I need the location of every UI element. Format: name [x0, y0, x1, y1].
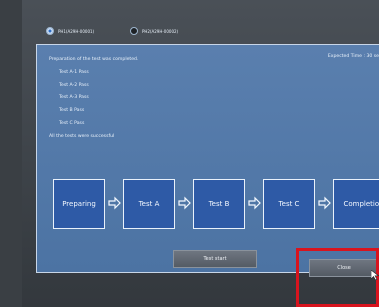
tab-ph1-label: PH1(A29H-00001): [58, 28, 95, 34]
tab-ph2-label: PH2(A29H-00002): [142, 28, 179, 34]
step-completion: Completion: [333, 179, 379, 229]
arrow-right-icon: [178, 196, 191, 210]
test-panel: Preparation of the test was completed. T…: [36, 44, 379, 273]
close-highlight-box: [296, 248, 379, 307]
tab-ph2[interactable]: PH2(A29H-00002): [130, 27, 178, 35]
arrow-right-icon: [318, 196, 331, 210]
test-flow: Preparing Test A Test B Test C Completio…: [53, 179, 379, 229]
log-line: Test A-1 Pass: [59, 69, 89, 75]
test-start-button[interactable]: Test start: [173, 250, 257, 268]
radio-unselected-icon[interactable]: [130, 27, 138, 35]
step-preparing: Preparing: [53, 179, 105, 229]
radio-selected-icon[interactable]: [46, 27, 54, 35]
mouse-pointer-icon: [371, 270, 379, 280]
expected-time: Expected Time : 30 se: [327, 54, 379, 59]
log-line: Test A-2 Pass: [59, 82, 89, 88]
log-line: Test C Pass: [59, 120, 85, 126]
arrow-right-icon: [108, 196, 121, 210]
unit-tab-bar: PH1(A29H-00001) PH2(A29H-00002): [22, 24, 379, 42]
step-test-a: Test A: [123, 179, 175, 229]
test-log: Preparation of the test was completed. T…: [49, 54, 138, 144]
tab-ph1[interactable]: PH1(A29H-00001): [46, 27, 94, 35]
step-test-b: Test B: [193, 179, 245, 229]
arrow-right-icon: [248, 196, 261, 210]
log-line: Test B Pass: [59, 108, 85, 114]
step-test-c: Test C: [263, 179, 315, 229]
log-header: Preparation of the test was completed.: [49, 57, 139, 62]
log-footer: All the tests were successful: [49, 133, 115, 139]
log-line: Test A-3 Pass: [59, 95, 89, 101]
